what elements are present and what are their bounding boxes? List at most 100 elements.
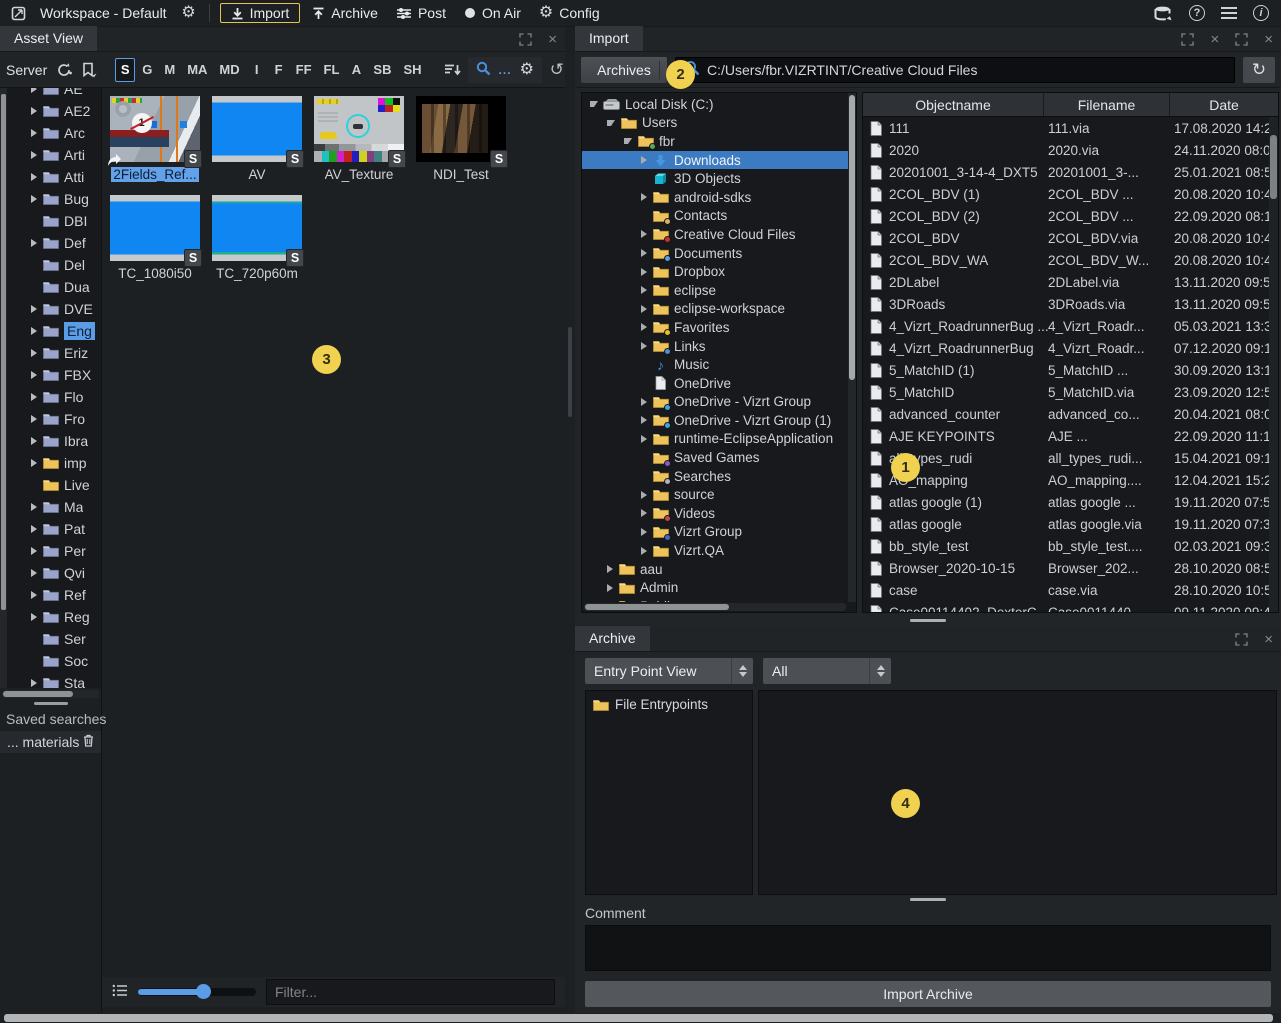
expand-arrow-icon[interactable] bbox=[31, 371, 37, 379]
spinner-arrows-icon[interactable] bbox=[731, 658, 753, 684]
directory-tree-item-aau[interactable]: aau bbox=[582, 560, 856, 579]
file-row[interactable]: atlas googleatlas google.via19.11.2020 0… bbox=[863, 513, 1278, 535]
server-tree-item[interactable]: Ser bbox=[7, 628, 101, 650]
directory-tree-item-searches[interactable]: Searches bbox=[582, 467, 856, 486]
slider-knob[interactable] bbox=[196, 984, 211, 999]
expand-arrow-icon[interactable] bbox=[31, 415, 37, 423]
server-tree-item[interactable]: Eriz bbox=[7, 342, 101, 364]
expand-arrow-icon[interactable] bbox=[624, 138, 632, 144]
directory-tree-hscrollbar[interactable] bbox=[584, 603, 846, 611]
entry-point-view-dropdown[interactable]: Entry Point View bbox=[585, 658, 753, 684]
server-tree-item[interactable]: Soc bbox=[7, 650, 101, 672]
directory-tree-item-documents[interactable]: Documents bbox=[582, 244, 856, 263]
splitter-handle[interactable] bbox=[568, 327, 572, 417]
search-settings-gear-icon[interactable]: ⚙ bbox=[520, 62, 534, 78]
directory-tree-item-onedrive[interactable]: OneDrive bbox=[582, 374, 856, 393]
asset-type-button-f[interactable]: F bbox=[269, 58, 289, 82]
server-tree-item[interactable]: Ref bbox=[7, 584, 101, 606]
menu-icon[interactable] bbox=[1221, 7, 1237, 19]
scrollbar-thumb[interactable] bbox=[585, 604, 729, 610]
help-icon[interactable]: ? bbox=[1189, 5, 1205, 21]
file-row[interactable]: Browser_2020-10-15Browser_202...28.10.20… bbox=[863, 557, 1278, 579]
directory-tree-item-public[interactable]: Public bbox=[582, 597, 856, 602]
import-mode-button[interactable]: Import bbox=[220, 3, 301, 23]
tab-import[interactable]: Import bbox=[575, 26, 643, 51]
spinner-arrows-icon[interactable] bbox=[869, 658, 891, 684]
archive-maximize-icon[interactable] bbox=[1235, 633, 1248, 646]
expand-arrow-icon[interactable] bbox=[641, 416, 647, 424]
file-row[interactable]: AO_mappingAO_mapping....12.04.2021 15:28 bbox=[863, 469, 1278, 491]
file-row[interactable]: atlas google (1)atlas google ...19.11.20… bbox=[863, 491, 1278, 513]
thumbnail-2fields-ref-[interactable]: 1S2Fields_Ref... bbox=[108, 96, 202, 185]
server-tree-item[interactable]: Del bbox=[7, 254, 101, 276]
expand-arrow-icon[interactable] bbox=[31, 107, 37, 115]
column-header-date[interactable]: Date bbox=[1170, 93, 1278, 116]
import-maximize-icon[interactable] bbox=[1181, 33, 1194, 46]
file-row[interactable]: all_types_rudiall_types_rudi...15.04.202… bbox=[863, 447, 1278, 469]
expand-arrow-icon[interactable] bbox=[31, 195, 37, 203]
trash-icon[interactable] bbox=[83, 734, 94, 750]
expand-arrow-icon[interactable] bbox=[641, 528, 647, 536]
expand-arrow-icon[interactable] bbox=[641, 491, 647, 499]
expand-arrow-icon[interactable] bbox=[31, 349, 37, 357]
expand-arrow-icon[interactable] bbox=[641, 286, 647, 294]
column-header-filename[interactable]: Filename bbox=[1044, 93, 1170, 116]
expand-arrow-icon[interactable] bbox=[641, 509, 647, 517]
server-tree-vscrollbar[interactable] bbox=[0, 88, 7, 688]
file-table-vscrollbar[interactable] bbox=[1269, 117, 1278, 612]
tab-archive[interactable]: Archive bbox=[575, 626, 650, 651]
asset-view-maximize-icon[interactable] bbox=[519, 33, 532, 46]
search-icon[interactable] bbox=[476, 61, 491, 79]
bookmark-icon[interactable] bbox=[79, 59, 99, 81]
server-label[interactable]: Server bbox=[6, 62, 47, 78]
expand-arrow-icon[interactable] bbox=[31, 327, 37, 335]
server-tree-item[interactable]: Ma bbox=[7, 496, 101, 518]
server-tree-item[interactable]: Arti bbox=[7, 144, 101, 166]
file-row[interactable]: 5_MatchID (1)5_MatchID ...30.09.2020 13:… bbox=[863, 359, 1278, 381]
server-tree-item[interactable]: Def bbox=[7, 232, 101, 254]
directory-tree-item-links[interactable]: Links bbox=[582, 337, 856, 356]
directory-tree-item-source[interactable]: source bbox=[582, 485, 856, 504]
file-row[interactable]: 2COL_BDV (2)2COL_BDV ...22.09.2020 08:17 bbox=[863, 205, 1278, 227]
import-close-icon[interactable]: × bbox=[1210, 32, 1219, 47]
scrollbar-thumb[interactable] bbox=[849, 95, 855, 380]
import-path-field[interactable]: C:/Users/fbr.VIZRTINT/Creative Cloud Fil… bbox=[675, 57, 1235, 83]
sort-icon[interactable] bbox=[443, 59, 463, 81]
server-tree-item[interactable]: Pat bbox=[7, 518, 101, 540]
post-mode-button[interactable]: Post bbox=[390, 4, 452, 22]
vertical-splitter[interactable] bbox=[565, 27, 575, 1013]
expand-arrow-icon[interactable] bbox=[31, 173, 37, 181]
file-row[interactable]: 2DLabel2DLabel.via13.11.2020 09:56 bbox=[863, 271, 1278, 293]
asset-type-button-m[interactable]: M bbox=[159, 58, 180, 82]
asset-type-button-s[interactable]: S bbox=[115, 58, 135, 82]
directory-tree-item-music[interactable]: ♪Music bbox=[582, 355, 856, 374]
file-row[interactable]: 20202020.via24.11.2020 08:05 bbox=[863, 139, 1278, 161]
archive-splitter[interactable] bbox=[575, 895, 1281, 903]
file-row[interactable]: AJE KEYPOINTSAJE ...22.09.2020 11:15 bbox=[863, 425, 1278, 447]
expand-arrow-icon[interactable] bbox=[31, 88, 37, 93]
expand-arrow-icon[interactable] bbox=[641, 305, 647, 313]
server-tree-item[interactable]: Eng bbox=[7, 320, 101, 342]
panel-splitter-handle[interactable] bbox=[34, 702, 68, 705]
expand-arrow-icon[interactable] bbox=[641, 193, 647, 201]
directory-tree-item-onedrive-vizrt-group[interactable]: OneDrive - Vizrt Group bbox=[582, 393, 856, 412]
expand-arrow-icon[interactable] bbox=[31, 393, 37, 401]
config-button[interactable]: ⚙ Config bbox=[533, 4, 606, 22]
server-tree-item[interactable]: Qvi bbox=[7, 562, 101, 584]
expand-arrow-icon[interactable] bbox=[31, 129, 37, 137]
server-tree-item[interactable]: imp bbox=[7, 452, 101, 474]
server-refresh-icon[interactable] bbox=[54, 59, 74, 81]
column-header-objectname[interactable]: Objectname bbox=[863, 93, 1044, 116]
directory-tree-item-saved-games[interactable]: Saved Games bbox=[582, 448, 856, 467]
file-row[interactable]: 111111.via17.08.2020 14:26 bbox=[863, 117, 1278, 139]
server-tree-item[interactable]: Atti bbox=[7, 166, 101, 188]
info-icon[interactable]: i bbox=[1253, 5, 1269, 21]
thumbnail-filter-input[interactable] bbox=[266, 979, 555, 1005]
comment-textarea[interactable] bbox=[585, 925, 1271, 971]
thumbnail-av[interactable]: SAV bbox=[210, 96, 304, 185]
directory-tree-vscrollbar[interactable] bbox=[848, 93, 856, 602]
asset-type-button-i[interactable]: I bbox=[247, 58, 267, 82]
expand-arrow-icon[interactable] bbox=[31, 437, 37, 445]
expand-arrow-icon[interactable] bbox=[641, 230, 647, 238]
directory-tree-item-onedrive-vizrt-group-1-[interactable]: OneDrive - Vizrt Group (1) bbox=[582, 411, 856, 430]
